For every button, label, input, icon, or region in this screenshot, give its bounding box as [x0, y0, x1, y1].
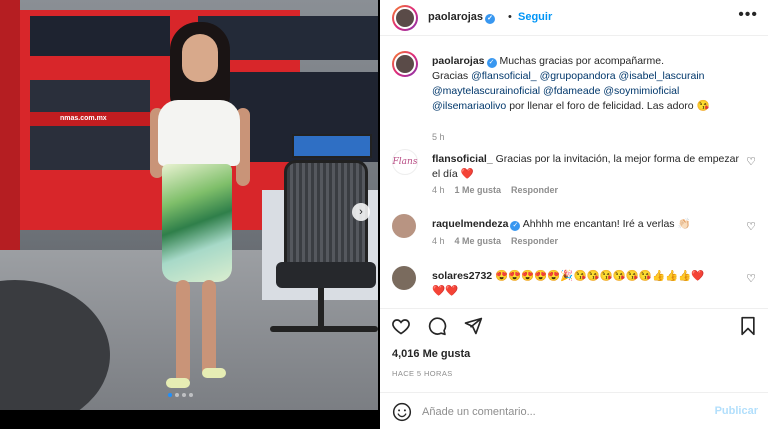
avatar-image [394, 7, 416, 29]
mention-link[interactable]: @fdameade [543, 85, 600, 97]
comment-body: Ahhhh me encantan! Iré a verlas 👏🏻 [522, 218, 691, 230]
comment-text: raquelmendeza ✓ Ahhhh me encantan! Iré a … [432, 217, 750, 232]
author-avatar[interactable] [392, 5, 418, 31]
comment-like-heart-icon[interactable]: ♡ [746, 220, 756, 233]
carousel-dot [175, 393, 179, 397]
verified-badge-icon: ✓ [485, 14, 496, 24]
presenter-shoe-left [166, 378, 190, 388]
action-row [390, 315, 484, 337]
send-icon[interactable] [462, 315, 484, 337]
comment-time[interactable]: 4 h [432, 185, 445, 195]
chevron-right-icon: › [359, 206, 363, 218]
flans-logo: Flans [392, 149, 418, 175]
avatar-image [392, 214, 416, 238]
red-set-pillar [0, 0, 20, 260]
video-wall-top-left [30, 16, 170, 56]
post-side-panel: paolarojas ✓ • Seguir ••• paolarojas ✓ Muc… [380, 0, 768, 429]
presenter-figure [150, 22, 250, 402]
mention-link[interactable]: @maytelascurainoficial [432, 85, 540, 97]
avatar-image [394, 53, 416, 75]
author-username-text: paolarojas [428, 11, 484, 23]
avatar-frame [392, 214, 416, 238]
story-ring [392, 5, 418, 31]
caption-text: paolarojas ✓ Muchas gracias por acompañar… [432, 54, 750, 114]
author-username[interactable]: paolarojas ✓ [428, 11, 496, 24]
carousel-next-button[interactable]: › [352, 203, 370, 221]
likes-count[interactable]: 4,016 Me gusta [392, 348, 470, 360]
caption-avatar[interactable] [392, 51, 418, 77]
bookmark-icon[interactable] [738, 316, 760, 338]
comment-body-cont: ❤️❤️ [432, 285, 459, 297]
mention-link[interactable]: @isabel_lascurain [619, 70, 705, 82]
caption-time[interactable]: 5 h [432, 132, 445, 142]
office-chair-legs [270, 326, 378, 332]
story-ring [392, 51, 418, 77]
presenter-face [182, 34, 218, 82]
smiley-icon[interactable] [392, 402, 412, 422]
comment-like-heart-icon[interactable]: ♡ [746, 272, 756, 285]
commenter-avatar[interactable] [392, 266, 416, 290]
comment-meta: 4 h 4 Me gusta Responder [432, 236, 558, 246]
presenter-leg-left [176, 280, 190, 384]
verified-badge-icon: ✓ [486, 58, 497, 68]
publish-button[interactable]: Publicar [715, 405, 758, 417]
reply-button[interactable]: Responder [511, 185, 558, 195]
comment-meta: 4 h 1 Me gusta Responder [432, 185, 558, 195]
carousel-indicator [168, 393, 193, 397]
office-chair-seat [276, 262, 376, 288]
more-options-icon[interactable]: ••• [738, 6, 758, 24]
comment-username[interactable]: solares2732 [432, 270, 492, 282]
comment-input[interactable] [422, 401, 702, 423]
comment-icon[interactable] [426, 315, 448, 337]
post-header: paolarojas ✓ • Seguir ••• [380, 0, 768, 36]
commenter-avatar[interactable] [392, 214, 416, 238]
presenter-skirt [162, 164, 232, 282]
mention-link[interactable]: @ilsemariaolivo [432, 100, 506, 112]
post-timestamp: HACE 5 HORAS [392, 369, 453, 378]
comment-composer: Publicar [380, 392, 768, 429]
desk-monitor [292, 134, 372, 158]
header-separator: • [508, 11, 512, 23]
office-chair-base [318, 288, 324, 328]
commenter-avatar[interactable]: Flans [392, 149, 418, 175]
caption-thanks: Gracias [432, 70, 469, 82]
comment-like-heart-icon[interactable]: ♡ [746, 155, 756, 168]
post-photo[interactable]: nmas.com.mx › [0, 0, 378, 410]
heart-icon[interactable] [390, 315, 412, 337]
presenter-leg-right [202, 280, 216, 378]
caption-outro: por llenar el foro de felicidad. Las ado… [509, 100, 710, 112]
comment-likes[interactable]: 4 Me gusta [455, 236, 502, 246]
comment-likes[interactable]: 1 Me gusta [455, 185, 502, 195]
mention-link[interactable]: @flansoficial_ [471, 70, 537, 82]
avatar-image [392, 266, 416, 290]
comment-time[interactable]: 4 h [432, 236, 445, 246]
carousel-dot [182, 393, 186, 397]
channel-banner: nmas.com.mx [30, 112, 150, 126]
caption-username[interactable]: paolarojas [432, 55, 485, 67]
carousel-dot [168, 393, 172, 397]
presenter-shoe-right [202, 368, 226, 378]
reply-button[interactable]: Responder [511, 236, 558, 246]
comment-body: 😍😍😍😍😍🎉😘😘😘😘😘😘👍👍👍❤️ [495, 270, 705, 282]
comments-list[interactable]: paolarojas ✓ Muchas gracias por acompañar… [380, 37, 768, 307]
caption-intro: Muchas gracias por acompañarme. [499, 55, 665, 67]
comment-username[interactable]: raquelmendeza [432, 218, 508, 230]
comment-text: solares2732 😍😍😍😍😍🎉😘😘😘😘😘😘👍👍👍❤️ ❤️❤️ [432, 269, 750, 299]
follow-button[interactable]: Seguir [518, 11, 552, 23]
post-modal: nmas.com.mx › paolarojas ✓ • Seguir ••• … [0, 0, 768, 429]
comment-text: flansoficial_ Gracias por la invitación,… [432, 152, 750, 182]
carousel-dot [189, 393, 193, 397]
presenter-blouse [158, 100, 240, 166]
comment-username[interactable]: flansoficial_ [432, 153, 493, 165]
verified-badge-icon: ✓ [510, 221, 521, 231]
mention-link[interactable]: @soymimioficial [603, 85, 679, 97]
post-actions: 4,016 Me gusta HACE 5 HORAS [380, 308, 768, 398]
mention-link[interactable]: @grupopandora [540, 70, 616, 82]
avatar-frame [392, 266, 416, 290]
